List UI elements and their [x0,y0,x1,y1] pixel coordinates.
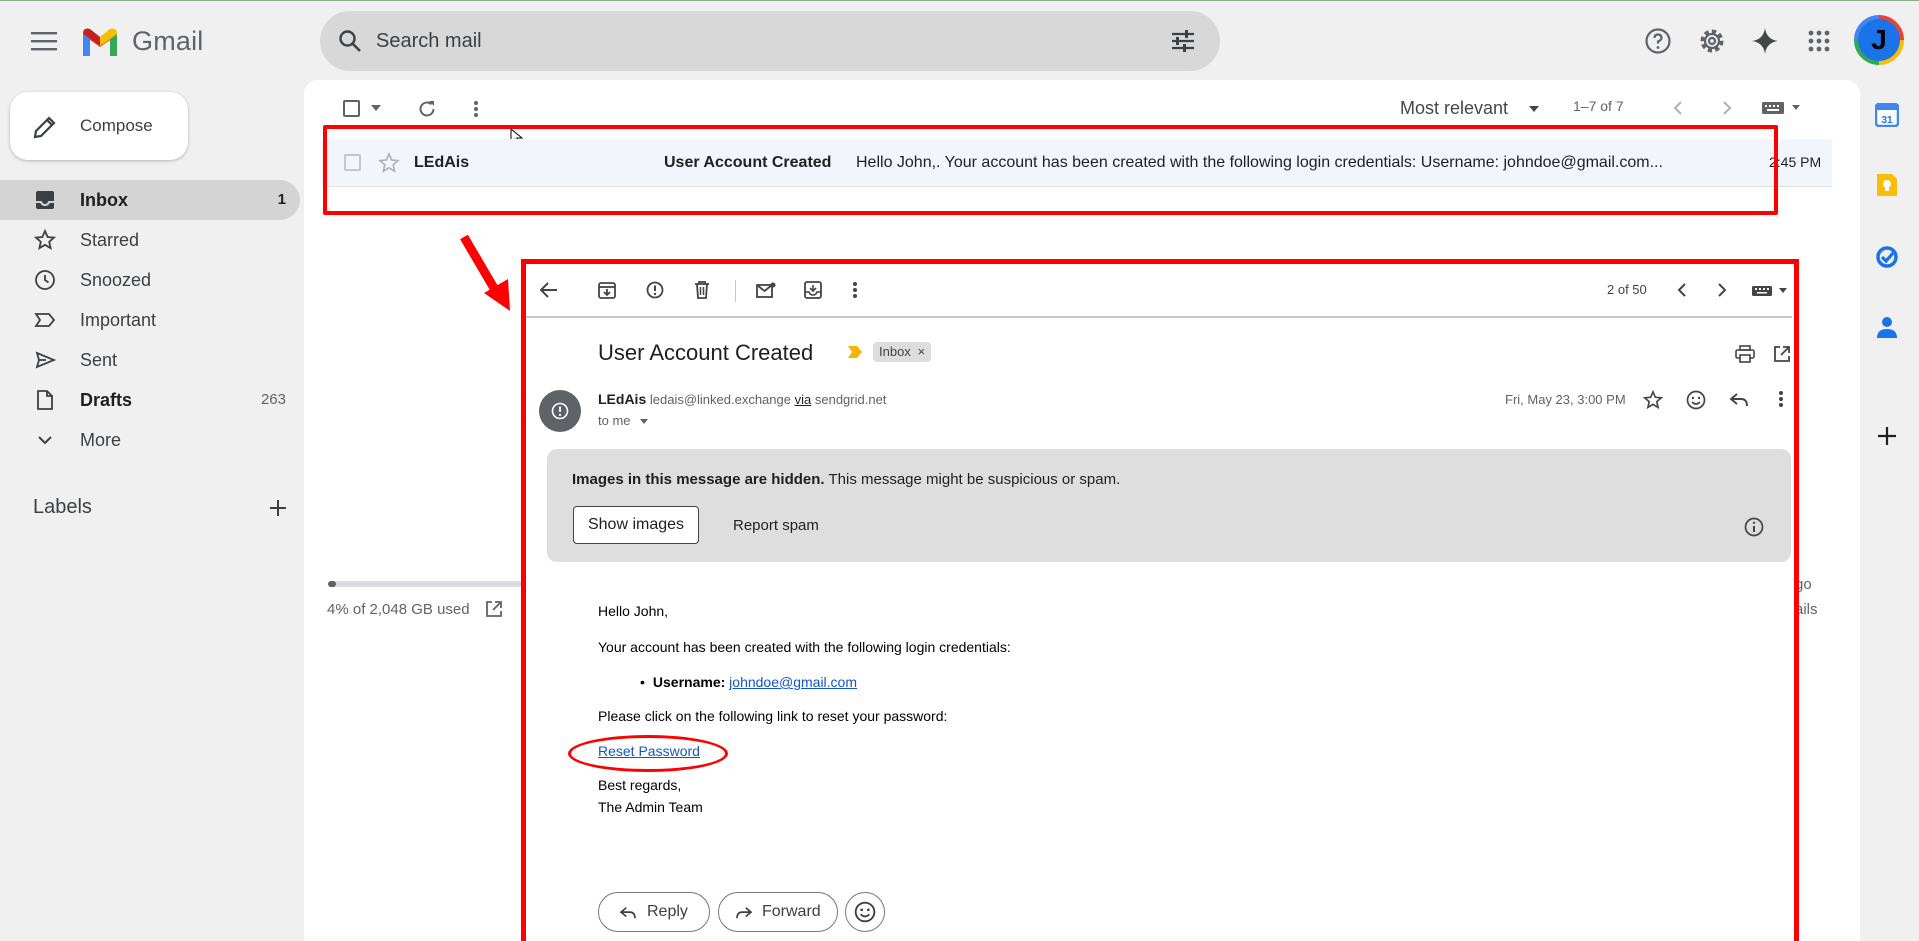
plus-icon [270,500,286,516]
sidebar-item-label: Snoozed [80,270,152,290]
calendar-icon: 31 [1875,103,1899,127]
draft-file-icon [37,390,53,410]
sidebar-item-label: Important [80,310,157,330]
apps-button[interactable] [1802,24,1836,58]
sidebar-item-sent[interactable]: Sent [0,340,300,380]
storage-used: 4% of 2,048 GB used [327,601,470,618]
select-menu-button[interactable] [368,99,384,117]
clock-icon [35,270,55,290]
caret-down-icon [371,105,381,111]
keep-bulb-icon [1877,174,1897,196]
pencil-icon [33,116,56,139]
search-options-icon[interactable] [1170,29,1196,53]
get-addons-button[interactable] [1874,423,1900,449]
tasks-check-icon [1876,246,1898,268]
search-input[interactable] [376,11,1136,71]
sidebar-item-snoozed[interactable]: Snoozed [0,260,300,300]
settings-button[interactable] [1695,24,1729,58]
external-link-icon[interactable] [485,600,503,618]
account-avatar[interactable]: J [1854,15,1904,65]
svg-text:31: 31 [1881,115,1893,126]
refresh-button[interactable] [414,96,440,122]
select-all-checkbox[interactable] [340,97,362,119]
inbox-icon [36,191,54,209]
sidebar-item-drafts[interactable]: Drafts 263 [0,380,300,420]
input-tools-button[interactable] [1760,96,1804,120]
sidebar-item-label: Starred [80,230,140,250]
side-panel-rail [1860,80,1919,941]
labels-header: Labels [33,496,92,518]
support-button[interactable] [1641,24,1675,58]
sidebar-item-starred[interactable]: Starred [0,220,300,260]
sparkle-icon [1752,28,1778,54]
gmail-logo[interactable]: Gmail [80,24,210,58]
annotation-arrow [460,234,510,311]
sidebar-item-more[interactable]: More [0,420,300,460]
sidebar-item-label: Drafts [80,390,133,410]
chevron-right-icon [1723,101,1732,115]
sidebar-item-inbox[interactable]: Inbox 1 [0,180,300,220]
annotation-box-message-view [521,259,1799,941]
keep-app-button[interactable] [1872,170,1902,200]
search-icon[interactable] [338,29,362,53]
window-top-border [0,0,1919,1]
tasks-app-button[interactable] [1872,242,1902,272]
avatar-letter: J [1871,24,1887,55]
help-icon [1645,28,1671,54]
newer-page-button[interactable] [1666,96,1690,120]
contacts-person-icon [1877,317,1897,338]
chevron-down-icon [38,436,52,445]
star-icon [34,229,56,251]
create-label-button[interactable] [264,494,292,522]
apps-grid-icon [1808,30,1830,52]
plus-icon [1878,427,1896,445]
chevron-left-icon [1673,101,1682,115]
refresh-icon [419,101,435,117]
sort-dropdown[interactable]: Most relevant [1398,96,1544,122]
sort-label: Most relevant [1400,98,1509,118]
gear-icon [1700,29,1724,53]
unread-count: 1 [277,191,286,208]
sidebar-item-label: Inbox [80,190,128,210]
important-icon [34,313,56,327]
page-range: 1–7 of 7 [1573,98,1624,114]
sidebar-item-label: Sent [80,350,118,370]
compose-button[interactable]: Compose [10,92,188,160]
sidebar-item-label: More [80,430,122,450]
more-actions-button[interactable] [466,96,486,122]
more-vertical-icon [474,101,478,117]
calendar-app-button[interactable]: 31 [1872,100,1902,130]
gemini-button[interactable] [1748,24,1782,58]
search-bar[interactable] [320,11,1220,71]
contacts-app-button[interactable] [1872,312,1902,342]
gmail-wordmark: Gmail [132,26,204,56]
annotation-box-email-row [323,125,1778,215]
send-icon [35,351,56,369]
sidebar-item-important[interactable]: Important [0,300,300,340]
older-page-button[interactable] [1715,96,1739,120]
keyboard-icon [1762,102,1800,114]
gmail-m-icon [83,28,117,56]
main-menu-button[interactable] [24,21,64,61]
caret-down-icon [1529,106,1539,112]
hamburger-icon [31,32,57,51]
drafts-count: 263 [260,391,286,408]
storage-meter [328,581,524,587]
compose-label: Compose [80,116,153,135]
